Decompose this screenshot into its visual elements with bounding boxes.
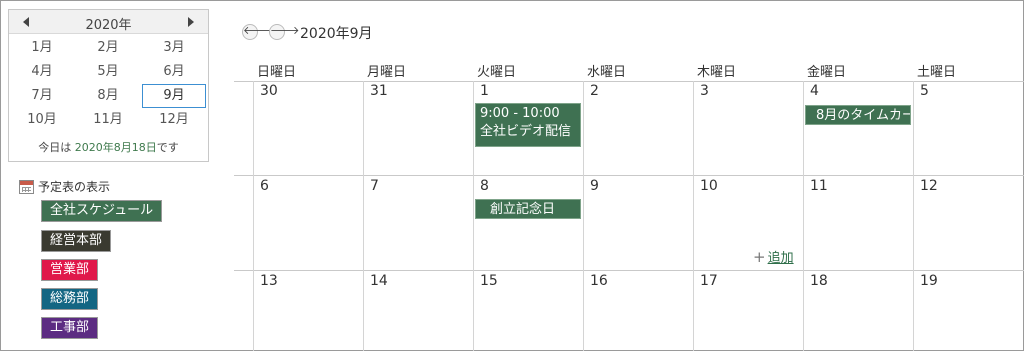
day-number[interactable]: 1	[480, 83, 489, 99]
day-number[interactable]: 14	[370, 273, 388, 289]
right-arrow-icon: 🡒	[270, 24, 300, 37]
grid-line	[693, 81, 694, 351]
weekday-wed: 水曜日	[587, 65, 627, 80]
day-number[interactable]: 4	[810, 83, 819, 99]
next-year-icon[interactable]	[188, 17, 194, 27]
plus-icon: +	[753, 248, 766, 266]
day-number[interactable]: 31	[370, 83, 388, 99]
month-dec[interactable]: 12月	[141, 108, 207, 132]
day-number[interactable]: 30	[260, 83, 278, 99]
day-number[interactable]: 17	[700, 273, 718, 289]
grid-line	[234, 175, 1024, 176]
calendar-tag-sales[interactable]: 営業部	[41, 259, 99, 281]
grid-line	[913, 81, 914, 351]
month-oct[interactable]: 10月	[9, 108, 75, 132]
today-suffix: です	[156, 141, 179, 154]
calendar-list-title: 予定表の表示	[19, 178, 110, 195]
month-aug[interactable]: 8月	[75, 84, 141, 108]
prev-month-button[interactable]: 🡐	[242, 24, 273, 40]
day-number[interactable]: 10	[700, 178, 718, 194]
day-number[interactable]: 13	[260, 273, 278, 289]
day-number[interactable]: 2	[590, 83, 599, 99]
grid-line	[234, 270, 1024, 271]
weekday-sun: 日曜日	[257, 65, 297, 80]
month-jan[interactable]: 1月	[9, 36, 75, 60]
month-jul[interactable]: 7月	[9, 84, 75, 108]
month-nov[interactable]: 11月	[75, 108, 141, 132]
event-video-broadcast[interactable]: 9:00 - 10:00 全社ビデオ配信	[475, 103, 581, 147]
day-number[interactable]: 8	[480, 178, 489, 194]
event-title: 全社ビデオ配信	[480, 124, 572, 139]
weekday-sat: 土曜日	[917, 65, 957, 80]
month-feb[interactable]: 2月	[75, 36, 141, 60]
today-date-link[interactable]: 2020年8月18日	[75, 141, 157, 154]
calendar-tag-company[interactable]: 全社スケジュール	[41, 200, 163, 222]
day-number[interactable]: 18	[810, 273, 828, 289]
day-number[interactable]: 15	[480, 273, 498, 289]
grid-line	[803, 81, 804, 351]
day-number[interactable]: 7	[370, 178, 379, 194]
event-timecard[interactable]: 8月のタイムカー	[805, 105, 911, 125]
grid-line	[253, 81, 254, 351]
app-frame: 2020年 1月 2月 3月 4月 5月 6月 7月 8月 9月 10月 11月	[0, 0, 1024, 351]
month-jun[interactable]: 6月	[141, 60, 207, 84]
left-arrow-icon: 🡐	[243, 24, 273, 37]
day-number[interactable]: 12	[920, 178, 938, 194]
event-founding-day[interactable]: 創立記念日	[475, 199, 581, 219]
calendar-tag-general-affairs[interactable]: 総務部	[41, 288, 99, 310]
month-mar[interactable]: 3月	[141, 36, 207, 60]
month-may[interactable]: 5月	[75, 60, 141, 84]
mini-calendar: 2020年 1月 2月 3月 4月 5月 6月 7月 8月 9月 10月 11月	[8, 9, 209, 162]
grid-line	[234, 81, 1024, 82]
day-number[interactable]: 3	[700, 83, 709, 99]
event-time: 9:00 - 10:00	[480, 106, 560, 121]
day-number[interactable]: 6	[260, 178, 269, 194]
day-number[interactable]: 11	[810, 178, 828, 194]
calendar-tag-management[interactable]: 経営本部	[41, 230, 112, 252]
year-label: 2020年	[85, 18, 132, 33]
weekday-tue: 火曜日	[477, 65, 517, 80]
grid-line	[583, 81, 584, 351]
calendar-icon	[19, 179, 34, 194]
weekday-thu: 木曜日	[697, 65, 737, 80]
weekday-mon: 月曜日	[367, 65, 407, 80]
grid-line	[363, 81, 364, 351]
month-grid: 1月 2月 3月 4月 5月 6月 7月 8月 9月 10月 11月 12月	[9, 36, 208, 132]
calendar-list-label: 予定表の表示	[38, 180, 111, 194]
month-sep-selected[interactable]: 9月	[142, 84, 206, 108]
month-apr[interactable]: 4月	[9, 60, 75, 84]
today-prefix: 今日は	[38, 141, 72, 154]
day-number[interactable]: 19	[920, 273, 938, 289]
mini-calendar-header: 2020年	[9, 10, 208, 34]
add-event-link[interactable]: + 追加	[753, 247, 794, 266]
grid-line	[473, 81, 474, 351]
add-event-label: 追加	[767, 251, 794, 266]
weekday-fri: 金曜日	[807, 65, 847, 80]
next-month-button[interactable]: 🡒	[269, 24, 300, 40]
today-text: 今日は 2020年8月18日です	[9, 139, 208, 155]
day-number[interactable]: 5	[920, 83, 929, 99]
month-title: 2020年9月	[300, 26, 373, 42]
day-number[interactable]: 16	[590, 273, 608, 289]
day-number[interactable]: 9	[590, 178, 599, 194]
calendar-tag-construction[interactable]: 工事部	[41, 317, 99, 339]
